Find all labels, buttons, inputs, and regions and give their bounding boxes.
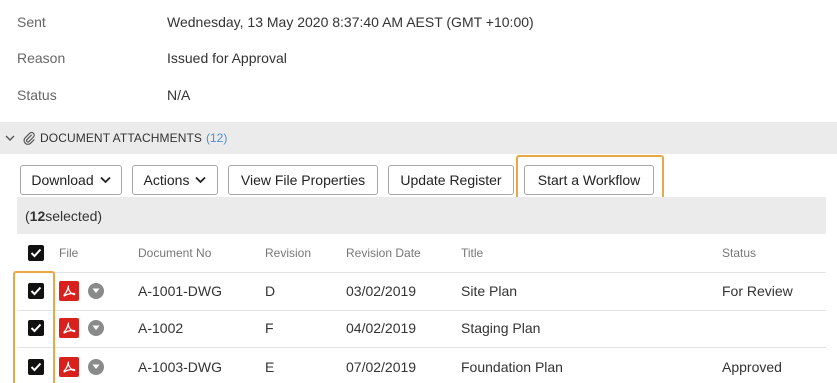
revision-date: 03/02/2019: [346, 283, 417, 299]
reason-label: Reason: [17, 50, 66, 66]
status-label: Status: [17, 87, 57, 103]
view-file-properties-button[interactable]: View File Properties: [228, 165, 378, 195]
column-header-file[interactable]: File: [59, 246, 78, 260]
revision: D: [265, 283, 276, 299]
section-title: DOCUMENT ATTACHMENTS: [40, 131, 203, 145]
row-checkbox[interactable]: [28, 283, 44, 299]
row-divider: [17, 310, 826, 311]
paperclip-icon: [20, 122, 38, 154]
select-all-checkbox[interactable]: [28, 245, 44, 261]
download-label: Download: [31, 172, 94, 188]
actions-button[interactable]: Actions: [132, 165, 218, 195]
reason-value: Issued for Approval: [167, 50, 287, 66]
document-no[interactable]: A-1003-DWG: [138, 358, 222, 376]
pdf-icon[interactable]: [59, 357, 79, 377]
update-register-button[interactable]: Update Register: [388, 165, 514, 195]
start-workflow-button[interactable]: Start a Workflow: [524, 165, 654, 195]
download-button[interactable]: Download: [20, 165, 122, 195]
column-header-document-no[interactable]: Document No: [138, 246, 211, 260]
chevron-down-icon: [195, 176, 207, 184]
attachment-count: (12): [206, 131, 228, 145]
sent-row: Sent Wednesday, 13 May 2020 8:37:40 AM A…: [17, 12, 534, 32]
status: For Review: [722, 283, 793, 299]
document-no[interactable]: A-1002: [138, 319, 183, 337]
sent-value: Wednesday, 13 May 2020 8:37:40 AM AEST (…: [167, 14, 534, 30]
row-divider: [17, 272, 826, 273]
revision: F: [265, 320, 274, 336]
document-attachments-header[interactable]: DOCUMENT ATTACHMENTS (12): [0, 122, 837, 154]
row-divider: [17, 347, 826, 348]
update-register-label: Update Register: [400, 172, 502, 188]
chevron-down-icon: [99, 176, 111, 184]
sent-label: Sent: [17, 14, 46, 30]
start-workflow-label: Start a Workflow: [537, 172, 641, 188]
pdf-icon[interactable]: [59, 281, 79, 301]
status-row: Status N/A: [17, 85, 190, 105]
title: Staging Plan: [461, 320, 541, 336]
column-header-revision-date[interactable]: Revision Date: [346, 246, 421, 260]
row-checkbox[interactable]: [28, 359, 44, 375]
title: Site Plan: [461, 283, 518, 299]
dropdown-circle-icon[interactable]: [88, 359, 104, 375]
dropdown-circle-icon[interactable]: [88, 320, 104, 336]
pdf-icon[interactable]: [59, 318, 79, 338]
selected-count: 12: [29, 207, 46, 224]
chevron-down-icon[interactable]: [0, 122, 20, 154]
column-header-status[interactable]: Status: [722, 246, 756, 260]
title: Foundation Plan: [461, 359, 563, 375]
document-no[interactable]: A-1001-DWG: [138, 282, 222, 300]
actions-label: Actions: [143, 172, 190, 188]
revision-date: 07/02/2019: [346, 359, 417, 375]
view-file-properties-label: View File Properties: [240, 172, 366, 188]
status: Approved: [722, 359, 782, 375]
dropdown-circle-icon[interactable]: [88, 283, 104, 299]
column-header-title[interactable]: Title: [461, 246, 483, 260]
reason-row: Reason Issued for Approval: [17, 48, 287, 68]
selection-suffix: selected): [45, 207, 103, 224]
selection-summary: (12 selected): [17, 197, 826, 234]
status-value: N/A: [167, 87, 191, 103]
column-header-revision[interactable]: Revision: [265, 246, 311, 260]
row-checkbox[interactable]: [28, 320, 44, 336]
revision-date: 04/02/2019: [346, 320, 417, 336]
revision: E: [265, 359, 275, 375]
